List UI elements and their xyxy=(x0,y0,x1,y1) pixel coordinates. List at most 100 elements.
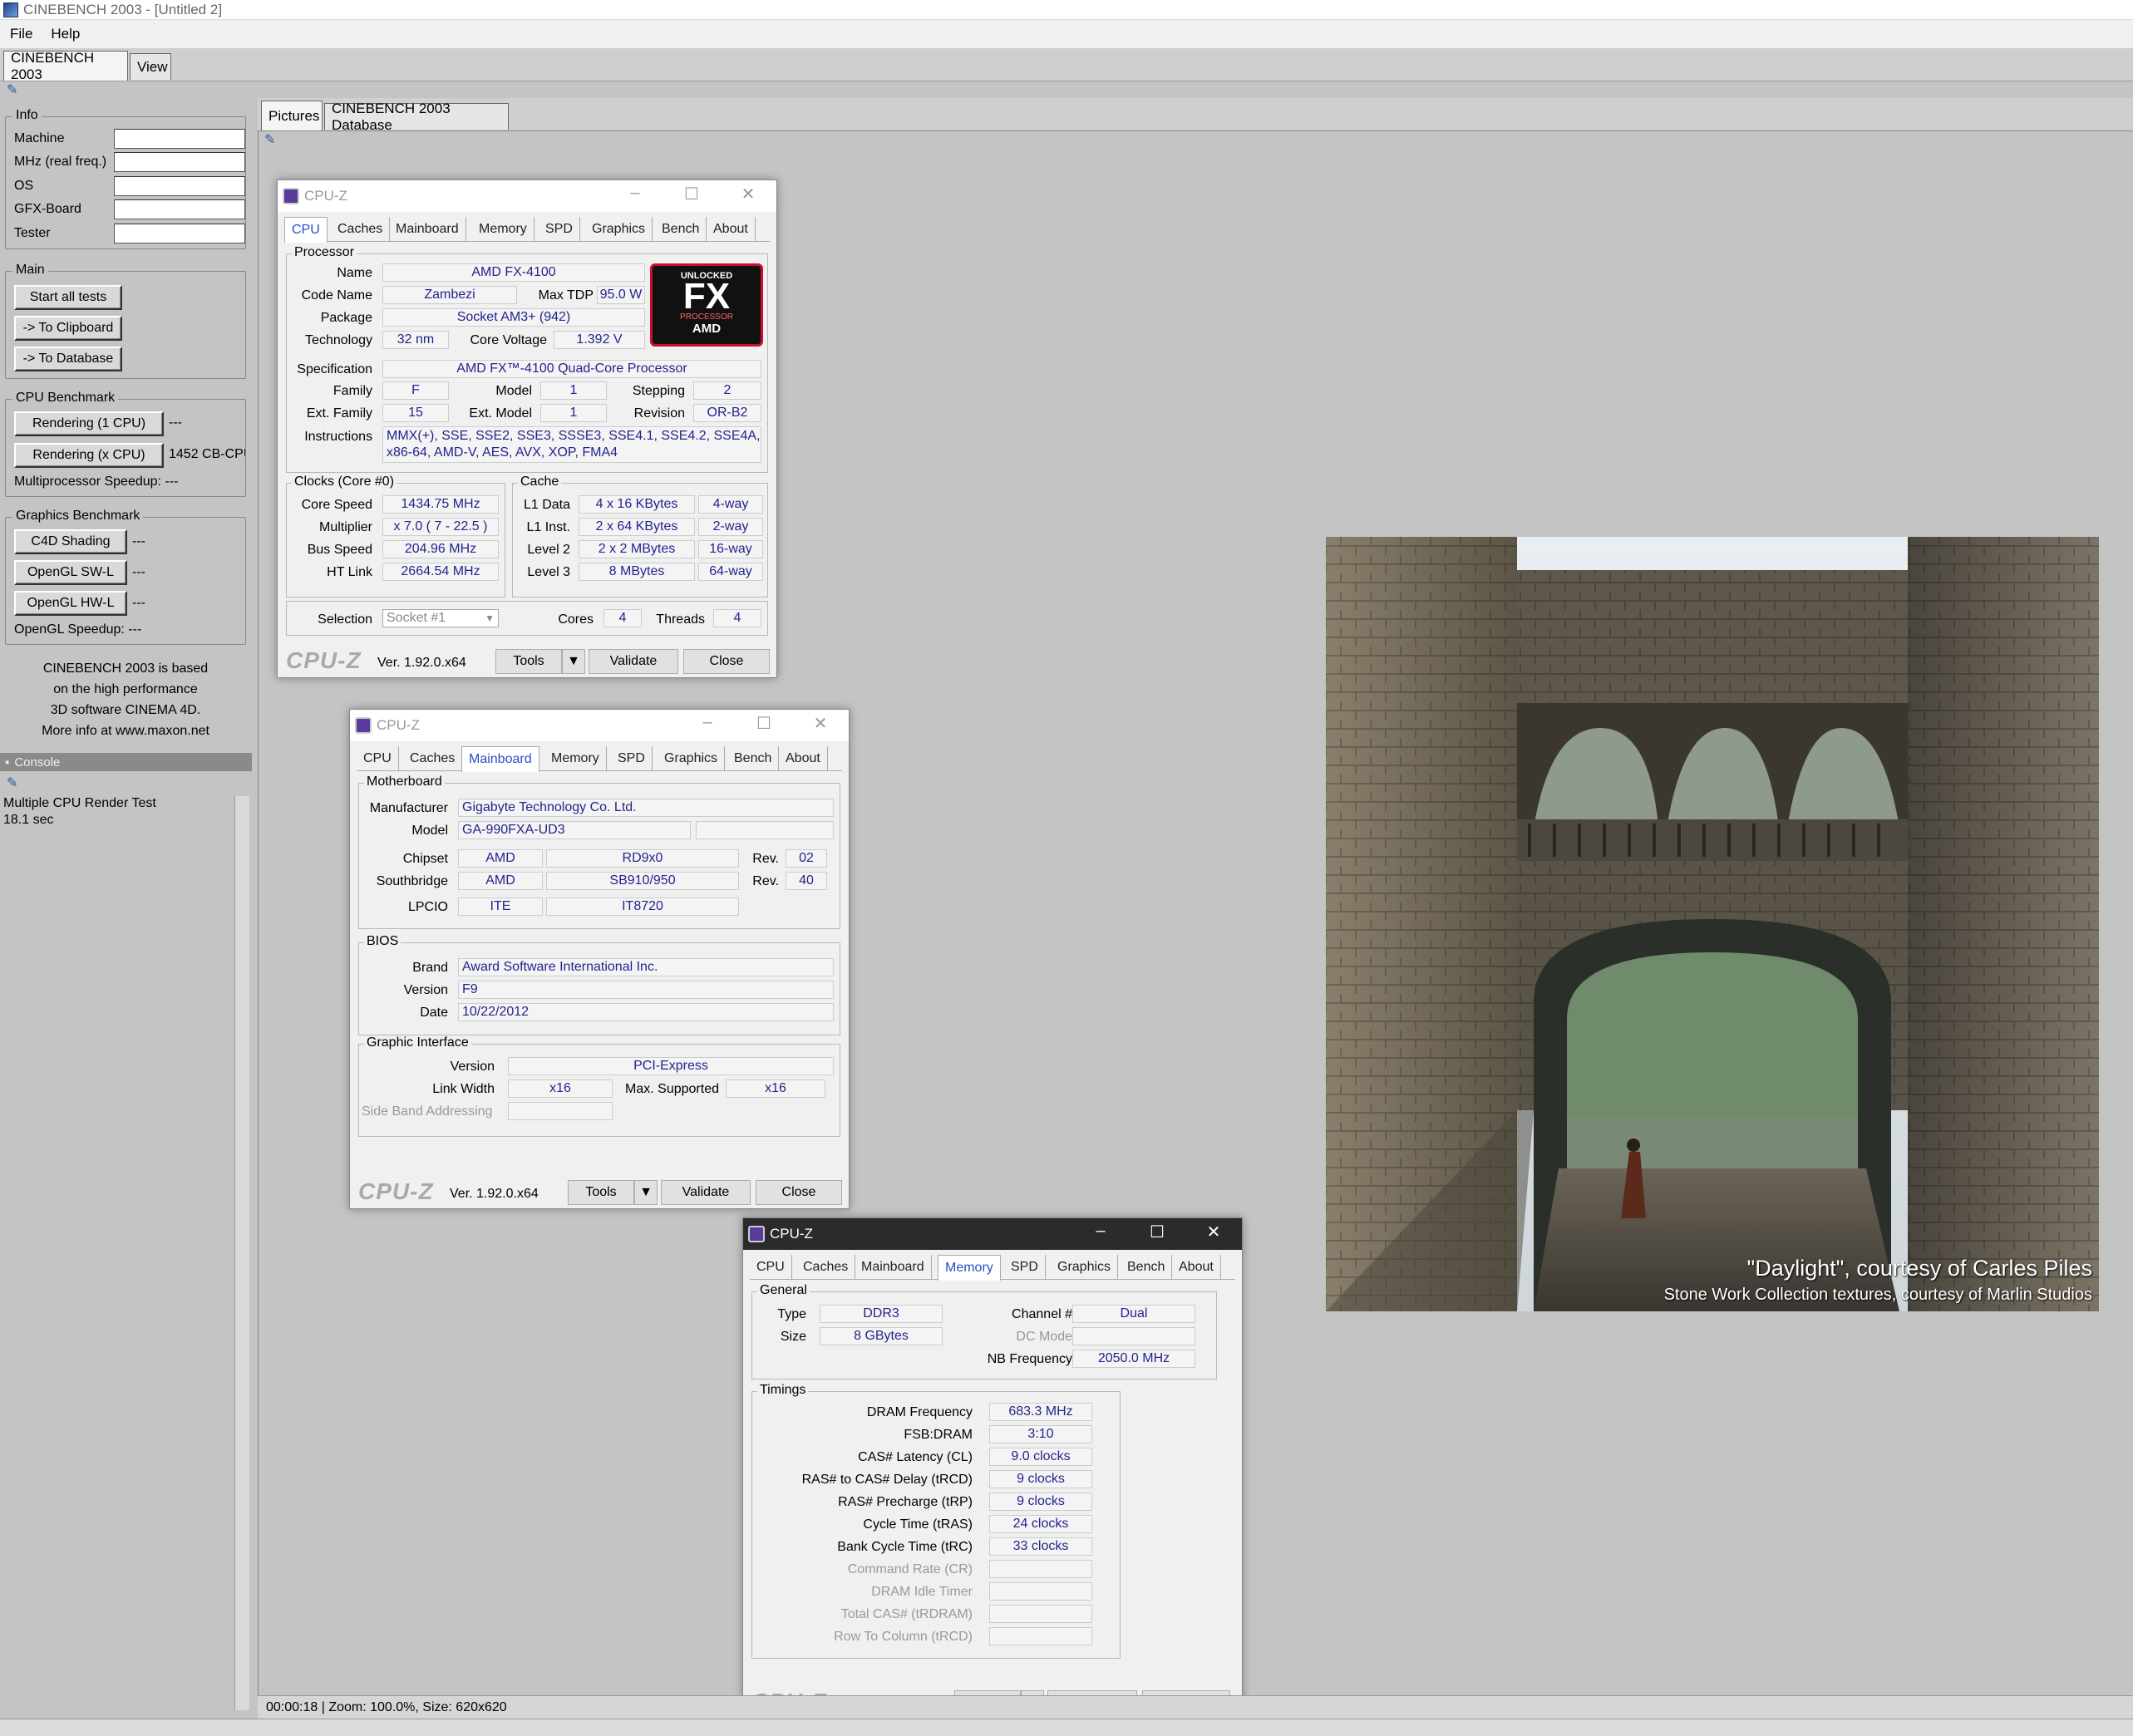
revision-label: Revision xyxy=(633,406,685,420)
rendering-1cpu-button[interactable]: Rendering (1 CPU) xyxy=(14,411,164,436)
tab-spd[interactable]: SPD xyxy=(611,746,653,771)
chipset-rev-label: Rev. xyxy=(752,852,779,866)
tab-memory[interactable]: Memory xyxy=(544,746,607,771)
tab-cinebench[interactable]: CINEBENCH 2003 xyxy=(3,50,128,82)
multiprocessor-speedup: Multiprocessor Speedup: --- xyxy=(14,475,179,489)
socket-select[interactable]: Socket #1 ▼ xyxy=(382,609,499,627)
bios-title: BIOS xyxy=(364,934,401,949)
rendering-xcpu-result: 1452 CB-CPU xyxy=(169,447,245,461)
close-icon[interactable]: ✕ xyxy=(1197,1222,1230,1242)
tab-mainboard[interactable]: Mainboard xyxy=(389,217,466,242)
top-tab-strip: CINEBENCH 2003 View xyxy=(0,48,2133,82)
command-rate-value xyxy=(989,1560,1092,1578)
minimize-icon[interactable]: – xyxy=(1084,1222,1117,1241)
view-tab-strip: Pictures CINEBENCH 2003 Database xyxy=(258,98,2133,133)
about-line: More info at www.maxon.net xyxy=(42,724,209,738)
mhz-label: MHz (real freq.) xyxy=(14,155,107,169)
tab-database[interactable]: CINEBENCH 2003 Database xyxy=(324,101,509,133)
title-bar: CINEBENCH 2003 - [Untitled 2] xyxy=(0,0,2133,20)
console-header[interactable]: ▪ Console xyxy=(0,753,252,771)
tab-memory[interactable]: Memory xyxy=(938,1255,1001,1281)
family-label: Family xyxy=(333,384,372,398)
stepping-label: Stepping xyxy=(632,384,685,398)
selection-label: Selection xyxy=(318,612,372,627)
tab-mainboard[interactable]: Mainboard xyxy=(461,746,539,772)
tab-cpu[interactable]: CPU xyxy=(357,746,399,771)
badge-processor: PROCESSOR xyxy=(680,312,733,322)
maximize-icon[interactable]: ☐ xyxy=(1140,1222,1174,1242)
ht-link-value: 2664.54 MHz xyxy=(382,563,499,581)
menu-file[interactable]: File xyxy=(0,26,41,42)
package-label: Package xyxy=(320,311,372,325)
tab-graphics[interactable]: Graphics xyxy=(658,746,726,771)
tab-spd[interactable]: SPD xyxy=(539,217,580,242)
os-input[interactable] xyxy=(114,176,245,196)
about-text: CINEBENCH 2003 is based on the high perf… xyxy=(5,658,246,741)
machine-input[interactable] xyxy=(114,129,245,149)
tab-graphics[interactable]: Graphics xyxy=(585,217,653,242)
tab-view[interactable]: View xyxy=(130,53,171,80)
tab-cpu[interactable]: CPU xyxy=(750,1255,792,1280)
to-clipboard-button[interactable]: -> To Clipboard xyxy=(14,316,122,341)
console-scrollbar[interactable] xyxy=(234,796,249,1710)
close-icon[interactable]: ✕ xyxy=(804,713,837,734)
fsb-dram-value: 3:10 xyxy=(989,1425,1092,1443)
timings-title: Timings xyxy=(757,1383,809,1398)
start-all-tests-button[interactable]: Start all tests xyxy=(14,285,122,310)
model-value: GA-990FXA-UD3 xyxy=(458,821,691,839)
console-pin-icon[interactable]: ✎ xyxy=(7,775,25,790)
tools-button[interactable]: Tools xyxy=(495,649,562,674)
tab-pictures[interactable]: Pictures xyxy=(261,101,323,130)
validate-button[interactable]: Validate xyxy=(661,1180,751,1205)
cpuz-tab-strip: CPU Caches Mainboard Memory SPD Graphics… xyxy=(750,1255,1235,1281)
tab-mainboard[interactable]: Mainboard xyxy=(855,1255,932,1280)
to-database-button[interactable]: -> To Database xyxy=(14,347,122,371)
tab-caches[interactable]: Caches xyxy=(403,746,463,771)
pin-icon[interactable]: ✎ xyxy=(7,81,25,97)
level2-label: Level 2 xyxy=(527,543,570,557)
horizontal-scrollbar[interactable] xyxy=(0,1719,2133,1736)
tab-caches[interactable]: Caches xyxy=(331,217,391,242)
tab-cpu[interactable]: CPU xyxy=(284,217,328,243)
status-bar: 00:00:18 | Zoom: 100.0%, Size: 620x620 xyxy=(258,1695,2133,1719)
tab-bench[interactable]: Bench xyxy=(655,217,707,242)
mhz-input[interactable] xyxy=(114,152,245,172)
badge-fx: FX xyxy=(682,276,731,317)
close-button[interactable]: Close xyxy=(683,649,770,674)
tab-memory[interactable]: Memory xyxy=(472,217,534,242)
tester-input[interactable] xyxy=(114,224,245,243)
amd-fx-badge: UNLOCKED FX PROCESSOR AMD xyxy=(650,263,763,347)
rendering-xcpu-button[interactable]: Rendering (x CPU) xyxy=(14,443,164,468)
tools-dropdown-icon[interactable]: ▼ xyxy=(562,649,585,674)
model-extra-value xyxy=(696,821,834,839)
stepping-value: 2 xyxy=(693,381,761,400)
opengl-hwl-button[interactable]: OpenGL HW-L xyxy=(14,591,127,616)
menu-help[interactable]: Help xyxy=(41,26,88,42)
c4d-shading-button[interactable]: C4D Shading xyxy=(14,529,127,554)
opengl-hwl-result: --- xyxy=(132,596,145,610)
cpuz-window-cpu: CPU-Z – ☐ ✕ CPU Caches Mainboard Memory … xyxy=(277,180,777,678)
opengl-swl-button[interactable]: OpenGL SW-L xyxy=(14,560,127,585)
tab-about[interactable]: About xyxy=(1172,1255,1221,1280)
tools-dropdown-icon[interactable]: ▼ xyxy=(634,1180,658,1205)
tab-graphics[interactable]: Graphics xyxy=(1051,1255,1119,1280)
tools-button[interactable]: Tools xyxy=(568,1180,634,1205)
close-icon[interactable]: ✕ xyxy=(732,184,765,204)
l1-inst-label: L1 Inst. xyxy=(526,520,570,534)
machine-label: Machine xyxy=(14,131,65,145)
maximize-icon[interactable]: ☐ xyxy=(675,184,708,204)
tab-bench[interactable]: Bench xyxy=(727,746,780,771)
gfx-board-input[interactable] xyxy=(114,199,245,219)
cpuz-logo: CPU-Z xyxy=(286,647,362,673)
maximize-icon[interactable]: ☐ xyxy=(747,713,781,734)
tab-spd[interactable]: SPD xyxy=(1004,1255,1046,1280)
pane-pin-icon[interactable]: ✎ xyxy=(264,131,283,147)
tab-caches[interactable]: Caches xyxy=(796,1255,856,1280)
tab-bench[interactable]: Bench xyxy=(1121,1255,1173,1280)
tab-about[interactable]: About xyxy=(779,746,828,771)
tab-about[interactable]: About xyxy=(707,217,756,242)
close-button[interactable]: Close xyxy=(756,1180,842,1205)
validate-button[interactable]: Validate xyxy=(589,649,678,674)
minimize-icon[interactable]: – xyxy=(618,184,652,203)
minimize-icon[interactable]: – xyxy=(691,713,724,732)
